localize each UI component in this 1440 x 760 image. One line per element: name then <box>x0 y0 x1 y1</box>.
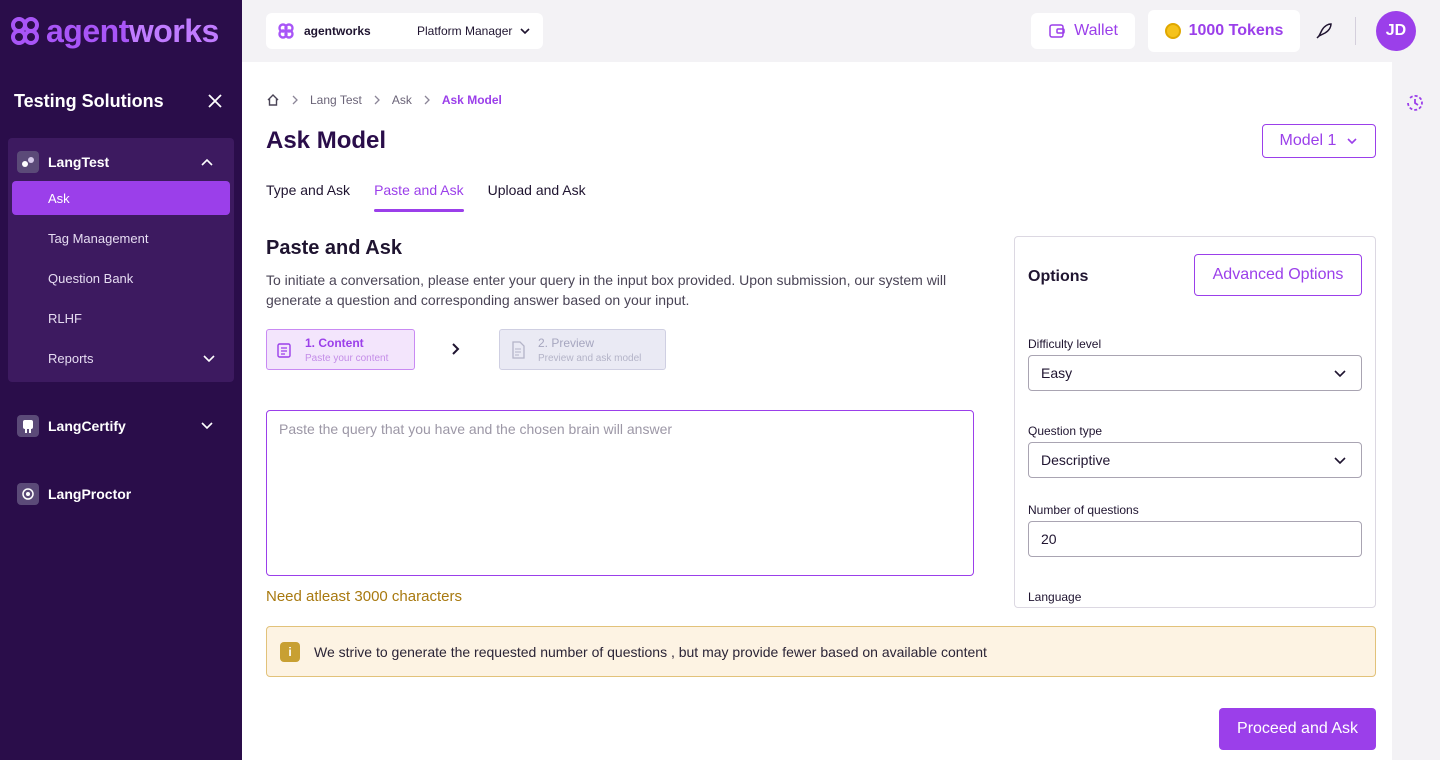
sidebar-group-label: LangCertify <box>48 418 126 434</box>
sidebar-group-label: LangProctor <box>48 486 132 502</box>
model-select-button[interactable]: Model 1 <box>1262 124 1376 158</box>
sidebar-group-langtest[interactable]: LangTest <box>8 142 234 182</box>
breadcrumb-item[interactable]: Lang Test <box>310 93 362 107</box>
chevron-right-icon <box>292 95 298 105</box>
logo-text: agentworks <box>46 13 219 49</box>
sidebar-item-label: Question Bank <box>48 270 134 286</box>
difficulty-select[interactable]: Easy <box>1028 355 1362 391</box>
question-type-label: Question type <box>1028 424 1103 438</box>
agentworks-logo[interactable]: agentworks <box>8 14 219 48</box>
sidebar-group-label: LangTest <box>48 154 110 170</box>
sidebar-item-question-bank[interactable]: Question Bank <box>12 261 230 295</box>
question-count-input[interactable]: 20 <box>1028 521 1362 557</box>
sidebar-item-reports[interactable]: Reports <box>12 341 230 375</box>
info-text: We strive to generate the requested numb… <box>314 643 987 660</box>
sidebar-group-langcertify[interactable]: LangCertify <box>8 406 234 446</box>
chevron-up-icon[interactable] <box>200 155 214 169</box>
language-label: Language <box>1028 590 1082 604</box>
chevron-down-icon <box>520 28 530 35</box>
wallet-icon <box>1049 24 1065 38</box>
tab-paste-and-ask[interactable]: Paste and Ask <box>374 182 464 212</box>
model-label: Model 1 <box>1279 132 1337 149</box>
document-icon <box>512 341 525 359</box>
paste-icon <box>277 343 291 358</box>
rocket-icon[interactable] <box>1314 21 1334 41</box>
sidebar-group-langproctor[interactable]: LangProctor <box>8 474 234 514</box>
info-banner: i We strive to generate the requested nu… <box>266 626 1376 677</box>
difficulty-label: Difficulty level <box>1028 337 1102 351</box>
org-name: agentworks <box>304 24 371 38</box>
options-panel: Options Advanced Options Difficulty leve… <box>1014 236 1376 608</box>
breadcrumb-current: Ask Model <box>441 93 502 107</box>
home-icon[interactable] <box>266 93 280 107</box>
agentworks-small-icon <box>278 23 294 39</box>
chevron-down-icon <box>1347 138 1358 145</box>
question-type-select[interactable]: Descriptive <box>1028 442 1362 478</box>
sidebar-item-ask[interactable]: Ask <box>12 181 230 215</box>
main-content: Lang Test Ask Ask Model Ask Model Model … <box>242 62 1392 760</box>
agentworks-logo-icon <box>11 17 39 45</box>
chevron-right-icon <box>374 95 380 105</box>
wallet-label: Wallet <box>1074 22 1118 39</box>
step-preview[interactable]: 2. Preview Preview and ask model <box>499 329 666 370</box>
chevron-down-icon <box>1334 370 1346 378</box>
tabs: Type and Ask Paste and Ask Upload and As… <box>266 182 586 212</box>
chevron-right-icon <box>424 95 430 105</box>
history-icon[interactable] <box>1404 92 1426 114</box>
chevron-down-icon <box>203 355 215 363</box>
topbar: agentworks Platform Manager Wallet 1000 … <box>242 0 1440 62</box>
section-description: To initiate a conversation, please enter… <box>266 272 947 308</box>
info-icon: i <box>280 641 300 662</box>
char-warning: Need atleast 3000 characters <box>266 588 462 605</box>
breadcrumb: Lang Test Ask Ask Model <box>266 93 502 107</box>
chevron-down-icon <box>1334 457 1346 465</box>
right-rail <box>1392 67 1440 760</box>
org-role: Platform Manager <box>417 24 513 38</box>
chevron-right-icon <box>452 343 460 355</box>
org-selector[interactable]: agentworks Platform Manager <box>266 13 543 49</box>
sidebar-item-label: Ask <box>48 190 70 206</box>
query-input[interactable] <box>279 421 961 565</box>
sidebar: agentworks Testing Solutions LangTest As… <box>0 0 242 760</box>
avatar[interactable]: JD <box>1376 11 1416 51</box>
langtest-icon <box>17 151 39 173</box>
tab-upload-and-ask[interactable]: Upload and Ask <box>488 182 586 212</box>
divider <box>1355 17 1356 45</box>
step-subtitle: Paste your content <box>305 353 389 364</box>
sidebar-item-tag-management[interactable]: Tag Management <box>12 221 230 255</box>
page-title: Ask Model <box>266 127 387 154</box>
langcertify-icon <box>17 415 39 437</box>
step-title: 2. Preview <box>538 336 595 350</box>
tab-type-and-ask[interactable]: Type and Ask <box>266 182 350 212</box>
chevron-down-icon[interactable] <box>200 419 214 433</box>
tokens-button[interactable]: 1000 Tokens <box>1148 10 1300 52</box>
langproctor-icon <box>17 483 39 505</box>
advanced-options-button[interactable]: Advanced Options <box>1194 254 1362 296</box>
sidebar-item-label: Tag Management <box>48 230 149 246</box>
section-title: Paste and Ask <box>266 237 402 259</box>
query-box <box>266 410 974 576</box>
sidebar-title: Testing Solutions <box>14 91 164 111</box>
tokens-label: 1000 Tokens <box>1188 22 1284 39</box>
close-icon[interactable] <box>206 92 224 110</box>
question-type-value: Descriptive <box>1041 452 1111 468</box>
proceed-and-ask-button[interactable]: Proceed and Ask <box>1219 708 1376 750</box>
step-content[interactable]: 1. Content Paste your content <box>266 329 415 370</box>
difficulty-value: Easy <box>1041 365 1073 381</box>
sidebar-item-label: Reports <box>48 350 94 366</box>
sidebar-item-rlhf[interactable]: RLHF <box>12 301 230 335</box>
coin-icon <box>1164 23 1181 39</box>
options-title: Options <box>1028 268 1089 285</box>
step-title: 1. Content <box>305 336 364 350</box>
breadcrumb-item[interactable]: Ask <box>392 93 412 107</box>
wallet-button[interactable]: Wallet <box>1031 13 1135 49</box>
sidebar-item-label: RLHF <box>48 310 82 326</box>
step-subtitle: Preview and ask model <box>538 353 642 364</box>
question-count-label: Number of questions <box>1028 503 1139 517</box>
question-count-value: 20 <box>1041 531 1057 547</box>
